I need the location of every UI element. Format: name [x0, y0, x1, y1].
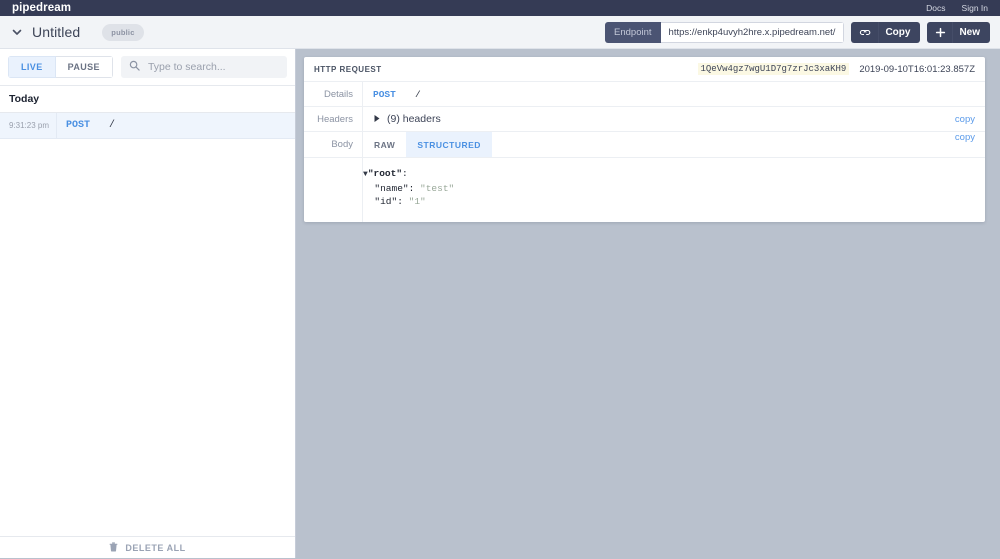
endpoint-field-group: Endpoint https://enkp4uvyh2hre.x.pipedre… — [605, 21, 845, 43]
brand-logo: pipedream — [12, 2, 72, 14]
details-row: Details POST / — [304, 82, 985, 107]
live-button[interactable]: LIVE — [8, 56, 56, 78]
main-panel: HTTP REQUEST 1QeVw4gz7wgU1D7g7zrJc3xaKH9… — [296, 49, 1000, 558]
new-button-label: New — [959, 26, 980, 38]
navbar-links: Docs Sign In — [926, 3, 988, 13]
event-time: 9:31:23 pm — [8, 121, 49, 130]
trash-icon — [109, 539, 118, 557]
live-pause-toggle: LIVE PAUSE — [8, 56, 113, 78]
json-key-id: "id" — [374, 196, 398, 207]
body-format-tabs: RAW STRUCTURED — [363, 132, 492, 157]
card-title: HTTP REQUEST — [314, 64, 382, 74]
triangle-right-icon — [373, 110, 381, 128]
main-layout: LIVE PAUSE Today 9:31:23 pm POST / — [0, 49, 1000, 558]
sidebar-controls: LIVE PAUSE — [0, 49, 295, 85]
json-root-key: "root" — [367, 168, 403, 179]
copy-endpoint-button[interactable]: Copy — [851, 21, 921, 43]
search-input[interactable] — [145, 60, 279, 74]
copy-body-link[interactable]: copy — [955, 132, 975, 157]
card-header-meta: 1QeVw4gz7wgU1D7g7zrJc3xaKH9 2019-09-10T1… — [697, 63, 975, 75]
search-field[interactable] — [120, 56, 287, 78]
endpoint-controls: Endpoint https://enkp4uvyh2hre.x.pipedre… — [605, 21, 990, 43]
pause-button[interactable]: PAUSE — [55, 56, 113, 78]
card-header: HTTP REQUEST 1QeVw4gz7wgU1D7g7zrJc3xaKH9… — [304, 57, 985, 82]
delete-all-label: DELETE ALL — [125, 542, 186, 553]
event-sidebar: LIVE PAUSE Today 9:31:23 pm POST / — [0, 49, 296, 558]
event-timestamp: 2019-09-10T16:01:23.857Z — [859, 63, 975, 75]
detail-method: POST — [373, 88, 396, 100]
json-tree: ▼"root": "name": "test" "id": "1" — [363, 168, 455, 207]
day-group-header: Today — [0, 85, 295, 113]
endpoint-label: Endpoint — [605, 21, 661, 43]
headers-row: Headers (9) headers copy — [304, 107, 985, 132]
button-divider — [878, 21, 880, 43]
json-viewer-row: ▼"root": "name": "test" "id": "1" — [304, 158, 985, 222]
json-viewer-body: ▼"root": "name": "test" "id": "1" — [362, 158, 985, 222]
plus-icon — [935, 27, 946, 38]
copy-headers-link[interactable]: copy — [955, 114, 975, 125]
workflow-bar: Untitled public Endpoint https://enkp4uv… — [0, 16, 1000, 49]
json-key-name: "name" — [374, 182, 409, 194]
chevron-down-icon[interactable] — [10, 25, 24, 39]
json-value-id: "1" — [408, 196, 426, 207]
body-label: Body — [331, 139, 353, 150]
workflow-title[interactable]: Untitled — [32, 24, 80, 40]
headers-label: Headers — [317, 114, 353, 125]
tab-structured[interactable]: STRUCTURED — [406, 132, 492, 157]
headers-body: (9) headers copy — [362, 107, 985, 131]
json-value-name: "test" — [420, 182, 455, 194]
event-method: POST — [66, 120, 91, 131]
details-label: Details — [323, 89, 353, 100]
json-spacer-label — [304, 158, 362, 222]
docs-link[interactable]: Docs — [926, 3, 945, 13]
link-icon — [859, 27, 872, 38]
headers-expand-toggle[interactable]: (9) headers — [373, 110, 441, 128]
tab-raw[interactable]: RAW — [363, 132, 406, 157]
detail-path: / — [415, 88, 421, 100]
headers-summary: (9) headers — [387, 113, 441, 125]
event-detail-card: HTTP REQUEST 1QeVw4gz7wgU1D7g7zrJc3xaKH9… — [304, 57, 985, 222]
event-id: 1QeVw4gz7wgU1D7g7zrJc3xaKH9 — [697, 63, 850, 75]
sign-in-link[interactable]: Sign In — [962, 3, 988, 13]
button-divider — [952, 21, 954, 43]
event-list-item[interactable]: 9:31:23 pm POST / — [0, 112, 295, 139]
body-row: Body RAW STRUCTURED copy — [304, 132, 985, 158]
endpoint-url-input[interactable]: https://enkp4uvyh2hre.x.pipedream.net/ — [660, 21, 845, 43]
event-path: / — [109, 120, 116, 131]
body-tabs-container: RAW STRUCTURED copy — [362, 132, 985, 157]
details-body: POST / — [362, 82, 985, 106]
search-icon — [129, 58, 140, 76]
delete-all-button[interactable]: DELETE ALL — [0, 536, 295, 558]
new-workflow-button[interactable]: New — [927, 21, 990, 43]
top-navbar: pipedream Docs Sign In — [0, 0, 1000, 16]
copy-button-label: Copy — [885, 26, 911, 38]
visibility-badge: public — [102, 23, 144, 41]
